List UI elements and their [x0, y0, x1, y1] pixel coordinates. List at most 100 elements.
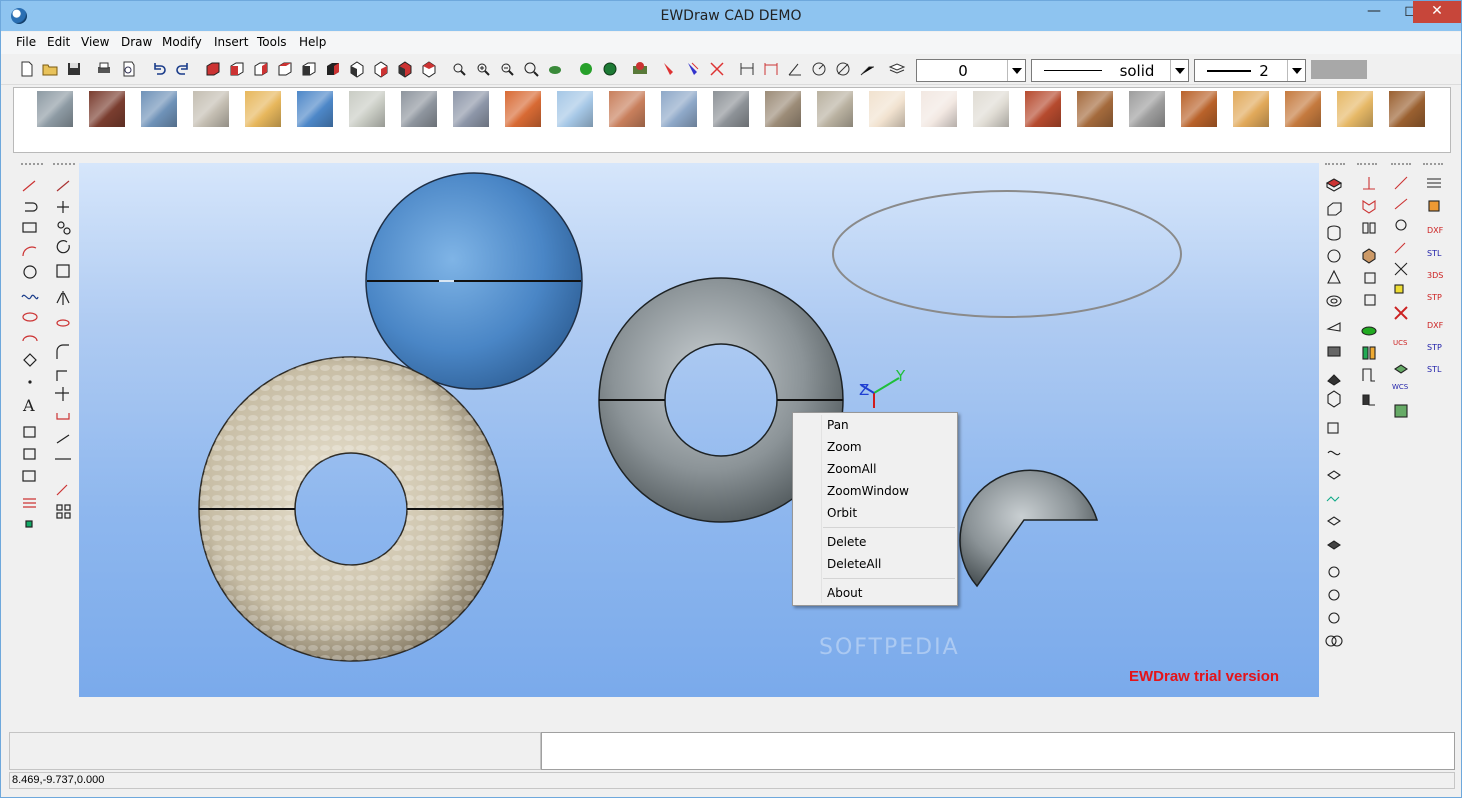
menu-draw[interactable]: Draw	[121, 35, 152, 49]
context-item-delete[interactable]: Delete	[827, 535, 866, 549]
linetype-select-value: solid	[1119, 62, 1155, 80]
dimension-aligned-icon[interactable]	[762, 60, 780, 78]
undo-icon[interactable]	[150, 60, 168, 78]
new-file-icon[interactable]	[18, 60, 36, 78]
view-right-icon[interactable]	[276, 60, 294, 78]
material-swatch[interactable]	[89, 91, 125, 127]
layers-icon[interactable]	[888, 60, 906, 78]
select-pen-icon[interactable]	[660, 60, 678, 78]
redo-icon[interactable]	[174, 60, 192, 78]
draw-modify-tools[interactable]: A	[17, 161, 79, 541]
print-icon[interactable]	[95, 60, 113, 78]
material-swatch[interactable]	[297, 91, 333, 127]
menu-file[interactable]: File	[16, 35, 36, 49]
chevron-down-icon[interactable]	[1287, 60, 1305, 81]
render-globe-icon[interactable]	[601, 60, 619, 78]
sphere-shape[interactable]	[365, 172, 583, 390]
pan-turtle-icon[interactable]	[546, 60, 564, 78]
menu-help[interactable]: Help	[299, 35, 326, 49]
dimension-angle-icon[interactable]	[786, 60, 804, 78]
view-back-icon[interactable]	[228, 60, 246, 78]
iso-nw-icon[interactable]	[420, 60, 438, 78]
material-swatch[interactable]	[921, 91, 957, 127]
material-swatch[interactable]	[817, 91, 853, 127]
material-swatch[interactable]	[713, 91, 749, 127]
view-top-icon[interactable]	[300, 60, 318, 78]
zoom-in-icon[interactable]	[474, 60, 492, 78]
material-swatch[interactable]	[765, 91, 801, 127]
material-swatch[interactable]	[557, 91, 593, 127]
lineweight-select[interactable]: 2	[1194, 59, 1306, 82]
menu-view[interactable]: View	[81, 35, 109, 49]
chevron-down-icon[interactable]	[1007, 60, 1025, 81]
material-swatch[interactable]	[1337, 91, 1373, 127]
material-swatch[interactable]	[505, 91, 541, 127]
status-panels	[9, 732, 1455, 770]
material-swatch[interactable]	[1181, 91, 1217, 127]
view-bottom-icon[interactable]	[324, 60, 342, 78]
context-item-pan[interactable]: Pan	[827, 418, 849, 432]
render-sphere-icon[interactable]	[577, 60, 595, 78]
close-button[interactable]: ✕	[1413, 1, 1461, 23]
save-icon[interactable]	[65, 60, 83, 78]
material-swatch[interactable]	[661, 91, 697, 127]
material-swatch[interactable]	[1285, 91, 1321, 127]
zoom-window-icon[interactable]	[450, 60, 468, 78]
context-item-zoomall[interactable]: ZoomAll	[827, 462, 876, 476]
lineweight-select-value: 2	[1259, 62, 1269, 80]
svg-text:STL: STL	[1427, 365, 1442, 374]
material-swatch[interactable]	[1389, 91, 1425, 127]
zoom-out-icon[interactable]	[498, 60, 516, 78]
material-swatch[interactable]	[401, 91, 437, 127]
dimension-linear-icon[interactable]	[738, 60, 756, 78]
material-swatch[interactable]	[37, 91, 73, 127]
menu-tools[interactable]: Tools	[257, 35, 287, 49]
solid-tools[interactable]: UCS WCS DXF STL 3DS STP DXF STP STL	[1319, 161, 1449, 661]
material-swatch[interactable]	[1233, 91, 1269, 127]
open-folder-icon[interactable]	[41, 60, 59, 78]
svg-text:WCS: WCS	[1392, 383, 1409, 391]
material-icon[interactable]	[631, 60, 649, 78]
material-swatch[interactable]	[973, 91, 1009, 127]
material-swatch[interactable]	[609, 91, 645, 127]
dimension-leader-icon[interactable]	[858, 60, 876, 78]
dimension-diameter-icon[interactable]	[834, 60, 852, 78]
watermark: SOFTPEDIA	[819, 635, 960, 660]
material-swatch[interactable]	[141, 91, 177, 127]
iso-sw-icon[interactable]	[348, 60, 366, 78]
menu-insert[interactable]: Insert	[214, 35, 248, 49]
ellipse-shape[interactable]	[832, 190, 1182, 318]
chevron-down-icon[interactable]	[1170, 60, 1188, 81]
command-input[interactable]	[541, 732, 1455, 770]
drawing-canvas[interactable]: Z Y SOFTPEDIA	[79, 163, 1319, 697]
material-swatch[interactable]	[1129, 91, 1165, 127]
dimension-radius-icon[interactable]	[810, 60, 828, 78]
context-item-zoom[interactable]: Zoom	[827, 440, 862, 454]
iso-ne-icon[interactable]	[396, 60, 414, 78]
select-cross-icon[interactable]	[708, 60, 726, 78]
linetype-select[interactable]: solid	[1031, 59, 1189, 82]
zoom-all-icon[interactable]	[522, 60, 540, 78]
menu-modify[interactable]: Modify	[162, 35, 202, 49]
context-item-about[interactable]: About	[827, 586, 862, 600]
material-swatch[interactable]	[349, 91, 385, 127]
view-left-icon[interactable]	[252, 60, 270, 78]
view-front-icon[interactable]	[204, 60, 222, 78]
iso-se-icon[interactable]	[372, 60, 390, 78]
material-swatch[interactable]	[193, 91, 229, 127]
context-item-orbit[interactable]: Orbit	[827, 506, 857, 520]
context-item-zoomwindow[interactable]: ZoomWindow	[827, 484, 909, 498]
woven-torus-shape[interactable]	[198, 356, 504, 662]
layer-select[interactable]: 0	[916, 59, 1026, 82]
material-swatch[interactable]	[1025, 91, 1061, 127]
material-swatch[interactable]	[245, 91, 281, 127]
material-swatch[interactable]	[453, 91, 489, 127]
material-swatch[interactable]	[869, 91, 905, 127]
menu-edit[interactable]: Edit	[47, 35, 70, 49]
pie-wedge-shape[interactable]	[959, 469, 1099, 588]
context-item-deleteall[interactable]: DeleteAll	[827, 557, 881, 571]
material-swatch[interactable]	[1077, 91, 1113, 127]
select-arrow-icon[interactable]	[684, 60, 702, 78]
color-swatch[interactable]	[1311, 60, 1367, 79]
print-preview-icon[interactable]	[120, 60, 138, 78]
